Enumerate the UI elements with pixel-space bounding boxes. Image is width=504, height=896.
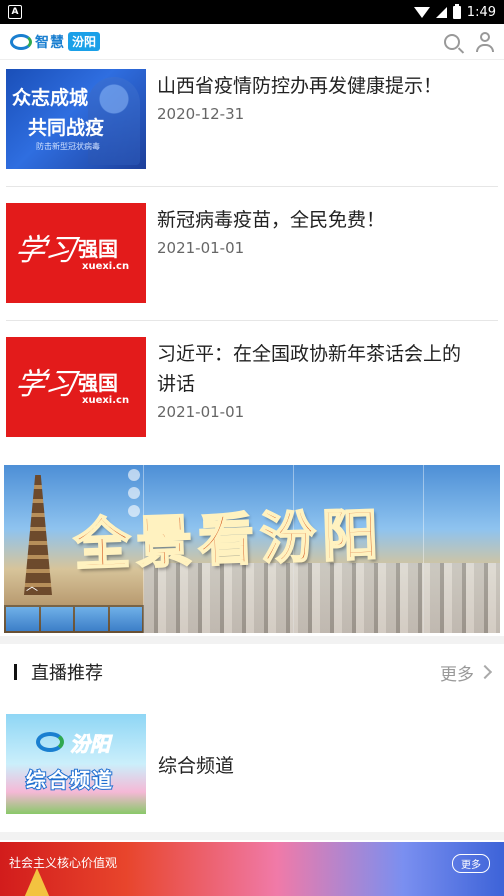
move-icon[interactable] xyxy=(128,469,140,481)
section-divider xyxy=(0,636,504,644)
news-thumbnail: 学习 强国 xuexi.cn xyxy=(6,203,146,303)
values-banner[interactable]: 社会主义核心价值观 更多 xyxy=(0,842,504,896)
app-logo[interactable]: 智慧 汾阳 xyxy=(10,32,101,52)
news-item[interactable]: 众志成城 共同战疫 防击新型冠状病毒 山西省疫情防控办再发健康提示！ 2020-… xyxy=(6,69,498,187)
more-label: 更多 xyxy=(440,664,474,685)
news-text: 习近平：在全国政协新年茶话会上的讲话 2021-01-01 xyxy=(146,337,476,455)
news-date: 2021-01-01 xyxy=(157,403,245,421)
live-channel-item[interactable]: 汾阳 综合频道 综合频道 xyxy=(6,714,498,814)
xuexi-brand: 强国 xyxy=(78,371,118,395)
banner-thumb[interactable] xyxy=(40,607,73,631)
more-link[interactable]: 更多 xyxy=(440,660,493,685)
status-icons: 1:49 xyxy=(413,3,496,20)
live-section-header: 直播推荐 更多 xyxy=(0,652,504,692)
logo-text: 智慧 xyxy=(35,34,65,51)
decoration-icon xyxy=(24,868,50,896)
thumb-text-line3: 防击新型冠状病毒 xyxy=(36,142,100,151)
news-date: 2020-12-31 xyxy=(157,105,245,123)
xuexi-site: xuexi.cn xyxy=(82,395,130,406)
news-date: 2021-01-01 xyxy=(157,239,245,257)
banner-thumb[interactable] xyxy=(6,607,39,631)
banner-headline: 全景看汾阳 xyxy=(72,501,386,580)
logo-mark-icon xyxy=(10,33,32,50)
app-header: 智慧 汾阳 xyxy=(0,24,504,60)
logo-mark-icon xyxy=(36,732,64,752)
news-text: 新冠病毒疫苗，全民免费！ 2021-01-01 xyxy=(146,203,385,320)
live-thumb-brand: 汾阳 xyxy=(70,732,111,757)
live-channel-name: 综合频道 xyxy=(158,754,235,777)
live-thumb-title: 综合频道 xyxy=(25,767,114,793)
xuexi-logo: 学习 xyxy=(12,367,79,402)
header-actions xyxy=(444,31,494,52)
news-title: 新冠病毒疫苗，全民免费！ xyxy=(157,209,386,231)
news-thumbnail: 众志成城 共同战疫 防击新型冠状病毒 xyxy=(6,69,146,169)
panorama-banner[interactable]: ︿ 全景看汾阳 xyxy=(4,465,500,633)
section-title: 直播推荐 xyxy=(31,663,103,684)
xuexi-site: xuexi.cn xyxy=(82,261,130,272)
news-item[interactable]: 学习 强国 xuexi.cn 新冠病毒疫苗，全民免费！ 2021-01-01 xyxy=(6,203,498,321)
news-title: 习近平：在全国政协新年茶话会上的讲话 xyxy=(157,343,462,395)
section-divider xyxy=(0,832,504,840)
search-icon[interactable] xyxy=(444,33,460,50)
banner-thumbnails xyxy=(4,605,144,633)
news-thumbnail: 学习 强国 xuexi.cn xyxy=(6,337,146,437)
section-accent-bar xyxy=(14,664,17,680)
status-time: 1:49 xyxy=(466,4,496,20)
news-text: 山西省疫情防控办再发健康提示！ 2020-12-31 xyxy=(146,69,442,186)
banner-more-button[interactable]: 更多 xyxy=(452,854,490,873)
battery-icon xyxy=(452,3,461,19)
chevron-right-icon xyxy=(477,664,493,680)
wifi-icon xyxy=(413,6,430,18)
chevron-up-icon: ︿ xyxy=(26,579,39,593)
notification-icon: A xyxy=(8,5,22,19)
user-icon[interactable] xyxy=(476,31,494,52)
thumb-text-line1: 众志成城 xyxy=(12,87,89,109)
thumb-text-line2: 共同战疫 xyxy=(28,117,105,139)
status-bar: A 1:49 xyxy=(0,0,504,24)
banner-thumb[interactable] xyxy=(75,607,108,631)
xuexi-logo: 学习 xyxy=(12,233,79,268)
banner-thumb[interactable] xyxy=(109,607,142,631)
news-title: 山西省疫情防控办再发健康提示！ xyxy=(157,75,443,97)
signal-icon xyxy=(435,6,447,18)
banner-text: 社会主义核心价值观 xyxy=(9,856,118,870)
news-item[interactable]: 学习 强国 xuexi.cn 习近平：在全国政协新年茶话会上的讲话 2021-0… xyxy=(6,337,498,455)
xuexi-brand: 强国 xyxy=(78,237,118,261)
live-thumbnail: 汾阳 综合频道 xyxy=(6,714,146,814)
logo-tag: 汾阳 xyxy=(68,32,101,51)
